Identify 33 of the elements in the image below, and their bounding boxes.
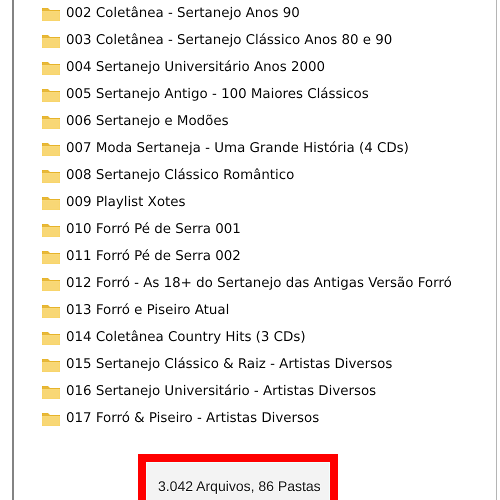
folder-icon bbox=[42, 196, 60, 210]
folder-icon bbox=[42, 304, 60, 318]
folder-icon bbox=[42, 276, 60, 290]
folder-name[interactable]: 015 Sertanejo Clássico & Raiz - Artistas Diversos bbox=[66, 357, 392, 372]
folder-name[interactable]: 006 Sertanejo e Modões bbox=[66, 114, 229, 129]
folder-icon bbox=[42, 142, 60, 156]
folder-icon bbox=[42, 168, 60, 182]
folder-name[interactable]: 007 Moda Sertaneja - Uma Grande História (4 CDs) bbox=[66, 141, 409, 156]
folder-icon bbox=[42, 412, 60, 426]
folder-name[interactable]: 013 Forró e Piseiro Atual bbox=[66, 303, 230, 318]
folder-name[interactable]: 014 Coletânea Country Hits (3 CDs) bbox=[66, 330, 306, 345]
folder-name[interactable]: 016 Sertanejo Universitário - Artistas Diversos bbox=[66, 384, 376, 399]
folder-icon bbox=[42, 358, 60, 372]
folder-icon bbox=[42, 88, 60, 102]
folder-name[interactable]: 017 Forró & Piseiro - Artistas Diversos bbox=[66, 411, 320, 426]
folder-name[interactable]: 008 Sertanejo Clássico Romântico bbox=[66, 168, 294, 183]
folder-icon bbox=[42, 6, 60, 20]
folder-icon bbox=[42, 384, 60, 398]
folder-name[interactable]: 012 Forró - As 18+ do Sertanejo das Antigas Versão Forró bbox=[66, 276, 452, 291]
folder-icon bbox=[42, 60, 60, 74]
folder-name[interactable]: 009 Playlist Xotes bbox=[66, 195, 186, 210]
folder-icon bbox=[42, 250, 60, 264]
folder-icon bbox=[42, 222, 60, 236]
folder-icon bbox=[42, 34, 60, 48]
folder-name[interactable]: 003 Coletânea - Sertanejo Clássico Anos 80 e 90 bbox=[66, 33, 392, 48]
folder-name[interactable]: 011 Forró Pé de Serra 002 bbox=[66, 249, 241, 264]
folder-icon bbox=[42, 330, 60, 344]
folder-name[interactable]: 002 Coletânea - Sertanejo Anos 90 bbox=[66, 6, 300, 21]
folder-name[interactable]: 005 Sertanejo Antigo - 100 Maiores Clássicos bbox=[66, 87, 369, 102]
folder-name[interactable]: 004 Sertanejo Universitário Anos 2000 bbox=[66, 60, 326, 75]
folder-icon bbox=[42, 114, 60, 128]
folder-name[interactable]: 010 Forró Pé de Serra 001 bbox=[66, 222, 241, 237]
summary-text: 3.042 Arquivos, 86 Pastas bbox=[158, 478, 321, 494]
